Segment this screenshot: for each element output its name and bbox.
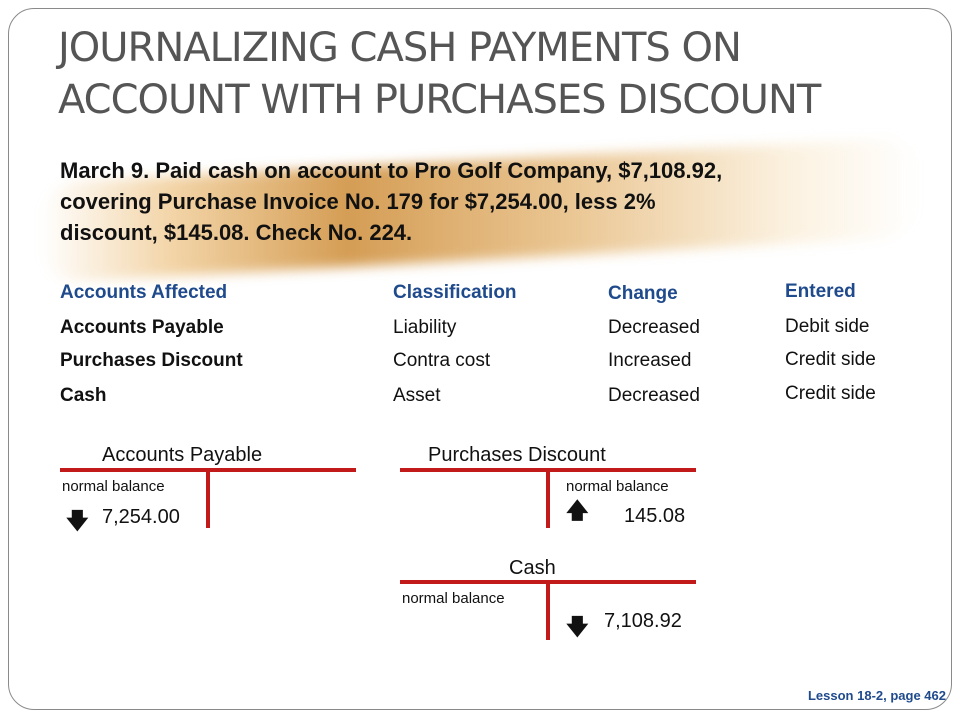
t-account-amount: 7,108.92: [604, 610, 682, 632]
title-line-1: JOURNALIZING CASH PAYMENTS ON: [58, 25, 742, 71]
normal-balance-label: normal balance: [62, 478, 165, 495]
slide-title: JOURNALIZING CASH PAYMENTS ON ACCOUNT WI…: [58, 22, 938, 126]
header-change: Change: [608, 283, 678, 304]
header-classification: Classification: [393, 282, 517, 303]
row-2-account: Purchases Discount: [60, 350, 243, 371]
transaction-line-1: March 9. Paid cash on account to Pro Gol…: [60, 158, 723, 183]
transaction-description: March 9. Paid cash on account to Pro Gol…: [60, 155, 920, 248]
down-arrow-icon: 🡇: [566, 614, 589, 639]
t-account-title: Accounts Payable: [102, 444, 263, 466]
row-1-change: Decreased: [608, 317, 700, 338]
row-3-entered: Credit side: [785, 383, 876, 404]
normal-balance-label: normal balance: [566, 478, 669, 495]
row-2-change: Increased: [608, 350, 692, 371]
row-3-change: Decreased: [608, 385, 700, 406]
t-account-divider: [206, 468, 210, 528]
lesson-footer: Lesson 18-2, page 462: [807, 688, 946, 703]
header-accounts-affected: Accounts Affected: [60, 282, 228, 303]
transaction-line-3: discount, $145.08. Check No. 224.: [60, 220, 413, 245]
row-3-account: Cash: [60, 385, 107, 406]
header-entered: Entered: [785, 281, 856, 302]
row-1-classification: Liability: [393, 317, 457, 338]
title-line-2: ACCOUNT WITH PURCHASES DISCOUNT: [58, 77, 821, 123]
row-1-account: Accounts Payable: [60, 317, 224, 338]
t-account-amount: 7,254.00: [102, 506, 180, 528]
row-3-classification: Asset: [393, 385, 441, 406]
t-account-title: Cash: [509, 557, 556, 579]
up-arrow-icon: 🡅: [566, 498, 589, 523]
t-account-divider: [546, 468, 550, 528]
down-arrow-icon: 🡇: [66, 508, 89, 533]
t-account-amount: 145.08: [624, 505, 686, 527]
normal-balance-label: normal balance: [402, 590, 505, 607]
row-1-entered: Debit side: [785, 316, 870, 337]
t-account-title: Purchases Discount: [428, 444, 606, 466]
transaction-line-2: covering Purchase Invoice No. 179 for $7…: [60, 189, 656, 214]
t-account-divider: [546, 580, 550, 640]
row-2-classification: Contra cost: [393, 350, 491, 371]
row-2-entered: Credit side: [785, 349, 876, 370]
